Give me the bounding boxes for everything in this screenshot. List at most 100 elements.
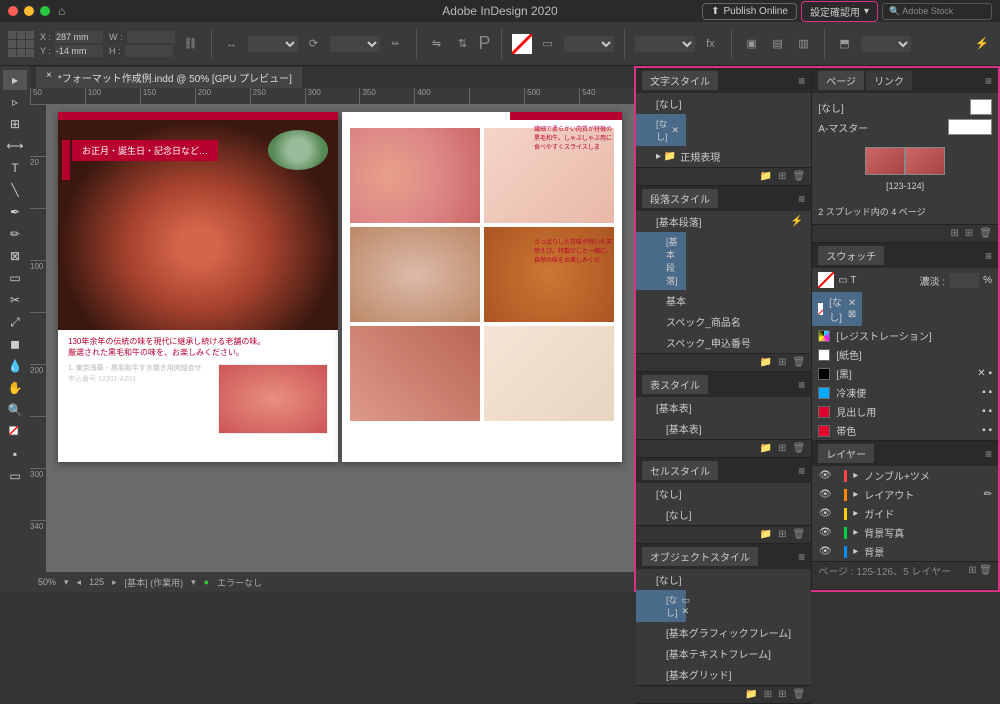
flip-v-icon[interactable]: ⇅ [453, 34, 473, 54]
list-item[interactable]: [基本グラフィックフレーム] [636, 622, 811, 643]
master-a[interactable]: A-マスター [818, 119, 992, 135]
list-item[interactable]: [基本表] [636, 397, 811, 418]
maximize-window[interactable] [40, 6, 50, 16]
flip-h-icon[interactable]: ⇋ [427, 34, 447, 54]
rectangle-frame-tool[interactable]: ⊠ [3, 246, 27, 266]
rectangle-tool[interactable]: ▭ [3, 268, 27, 288]
list-item[interactable]: 基本 [636, 290, 811, 311]
swatch-item[interactable]: [紙色] [812, 345, 998, 364]
page-left[interactable]: お正月・誕生日・記念日など… 130年余年の伝統の味を現代に継承し続ける老舗の味… [58, 112, 338, 462]
workspace-dropdown[interactable]: 設定確認用 ▾ [801, 1, 878, 22]
page-tool[interactable]: ⊞ [3, 114, 27, 134]
hand-tool[interactable]: ✋ [3, 378, 27, 398]
swatch-item[interactable]: 見出し用▪ ▪ [812, 402, 998, 421]
char-style-tab[interactable]: 文字スタイル [642, 71, 718, 90]
visibility-icon[interactable]: 👁 [818, 470, 832, 481]
h-input[interactable] [125, 45, 173, 57]
list-item[interactable]: スペック_商品名 [636, 311, 811, 332]
free-transform-tool[interactable]: ⤢ [3, 312, 27, 332]
direct-selection-tool[interactable]: ▹ [3, 92, 27, 112]
pen-icon: ✏ [984, 489, 992, 500]
list-item[interactable]: [なし]▭ ✕ [636, 590, 686, 622]
corner-size[interactable]: 5 mm [861, 36, 911, 52]
stroke-icon[interactable]: ▭ [538, 34, 558, 54]
selection-tool[interactable]: ▸ [3, 70, 27, 90]
stroke-weight[interactable] [564, 36, 614, 52]
layer-item[interactable]: 👁▸レイアウト✏ [812, 485, 998, 504]
swatch-item[interactable]: 帯色▪ ▪ [812, 421, 998, 440]
effects-icon[interactable]: fx [701, 34, 721, 54]
swatch-item[interactable]: [レジストレーション] [812, 326, 998, 345]
fill-none-icon[interactable] [818, 272, 834, 288]
list-item[interactable]: [基本表] [636, 418, 811, 439]
folder-icon[interactable]: 📁 [760, 171, 772, 182]
view-mode-icon[interactable]: ▭ [3, 466, 27, 486]
list-item[interactable]: [なし]✕ [636, 114, 686, 146]
x-input[interactable] [55, 31, 103, 43]
type-tool[interactable]: T [3, 158, 27, 178]
close-window[interactable] [8, 6, 18, 16]
layer-item[interactable]: 👁▸ノンブル+ツメ [812, 466, 998, 485]
fill-stroke-icon[interactable] [3, 422, 27, 442]
swatch-tab[interactable]: スウォッチ [818, 246, 884, 265]
layer-item[interactable]: 👁▸背景写真 [812, 523, 998, 542]
stock-search[interactable]: 🔍 Adobe Stock [882, 3, 992, 20]
pencil-tool[interactable]: ✏ [3, 224, 27, 244]
list-item[interactable]: [基本グリッド] [636, 664, 811, 685]
list-item[interactable]: [基本テキストフレーム] [636, 643, 811, 664]
swatch-item[interactable]: 冷凍便▪ ▪ [812, 383, 998, 402]
link-wh-icon[interactable]: ⛓ [181, 34, 201, 54]
list-item[interactable]: [なし] [636, 504, 811, 525]
list-item[interactable]: [なし] [636, 93, 811, 114]
app-title: Adobe InDesign 2020 [442, 4, 557, 18]
y-input[interactable] [55, 45, 103, 57]
layer-item[interactable]: 👁▸背景 [812, 542, 998, 561]
home-icon[interactable]: ⌂ [58, 4, 65, 18]
list-item[interactable]: [基本段落] [636, 232, 686, 290]
publish-online-button[interactable]: ⬆ Publish Online [702, 3, 797, 20]
opacity[interactable]: 100% [635, 36, 695, 52]
panel-menu-icon[interactable]: ≡ [798, 74, 805, 88]
obj-style-tab[interactable]: オブジェクトスタイル [642, 547, 758, 566]
cell-style-tab[interactable]: セルスタイル [642, 461, 718, 480]
apply-color-icon[interactable]: ▪ [3, 444, 27, 464]
list-item[interactable]: [基本段落]⚡ [636, 211, 811, 232]
list-item[interactable]: [なし] [636, 483, 811, 504]
list-item[interactable]: スペック_申込番号 [636, 332, 811, 353]
links-tab[interactable]: リンク [866, 71, 912, 90]
document-tab[interactable]: × *フォーマット作成例.indd @ 50% [GPU プレビュー] [36, 67, 302, 88]
eyedropper-tool[interactable]: 💧 [3, 356, 27, 376]
wrap-1-icon[interactable]: ▣ [742, 34, 762, 54]
new-icon[interactable]: ⊞ [778, 171, 786, 182]
rotate[interactable] [330, 36, 380, 52]
swatch-item[interactable]: [なし]✕ ⊠ [812, 292, 862, 326]
gradient-tool[interactable]: ◼ [3, 334, 27, 354]
master-none[interactable]: [なし] [818, 99, 992, 115]
layers-tab[interactable]: レイヤー [818, 444, 874, 463]
quick-apply-icon[interactable]: ⚡ [972, 34, 992, 54]
wrap-3-icon[interactable]: ▥ [794, 34, 814, 54]
layer-item[interactable]: 👁▸ガイド [812, 504, 998, 523]
para-style-tab[interactable]: 段落スタイル [642, 189, 718, 208]
spread-thumb[interactable] [818, 147, 992, 175]
minimize-window[interactable] [24, 6, 34, 16]
pages-tab[interactable]: ページ [818, 71, 864, 90]
wrap-2-icon[interactable]: ▤ [768, 34, 788, 54]
page-right[interactable]: 繊細で柔らかい肉質が特徴の黒毛和牛。しゃぶしゃぶ用に食べやすくスライスしま さっ… [342, 112, 622, 462]
scissors-tool[interactable]: ✂ [3, 290, 27, 310]
swatch-item[interactable]: [黒]✕ ▪ [812, 364, 998, 383]
fill-icon[interactable] [512, 34, 532, 54]
corner-icon[interactable]: ⬒ [835, 34, 855, 54]
line-tool[interactable]: ╲ [3, 180, 27, 200]
pen-tool[interactable]: ✒ [3, 202, 27, 222]
list-item[interactable]: ▸ 📁 正規表現 [636, 146, 811, 167]
list-item[interactable]: [なし] [636, 569, 811, 590]
scale-x[interactable] [248, 36, 298, 52]
w-input[interactable] [127, 31, 175, 43]
table-style-tab[interactable]: 表スタイル [642, 375, 708, 394]
zoom-tool[interactable]: 🔍 [3, 400, 27, 420]
reference-point[interactable] [8, 31, 34, 57]
tint-input[interactable] [949, 273, 979, 288]
trash-icon[interactable]: 🗑 [793, 171, 806, 182]
gap-tool[interactable]: ⟷ [3, 136, 27, 156]
